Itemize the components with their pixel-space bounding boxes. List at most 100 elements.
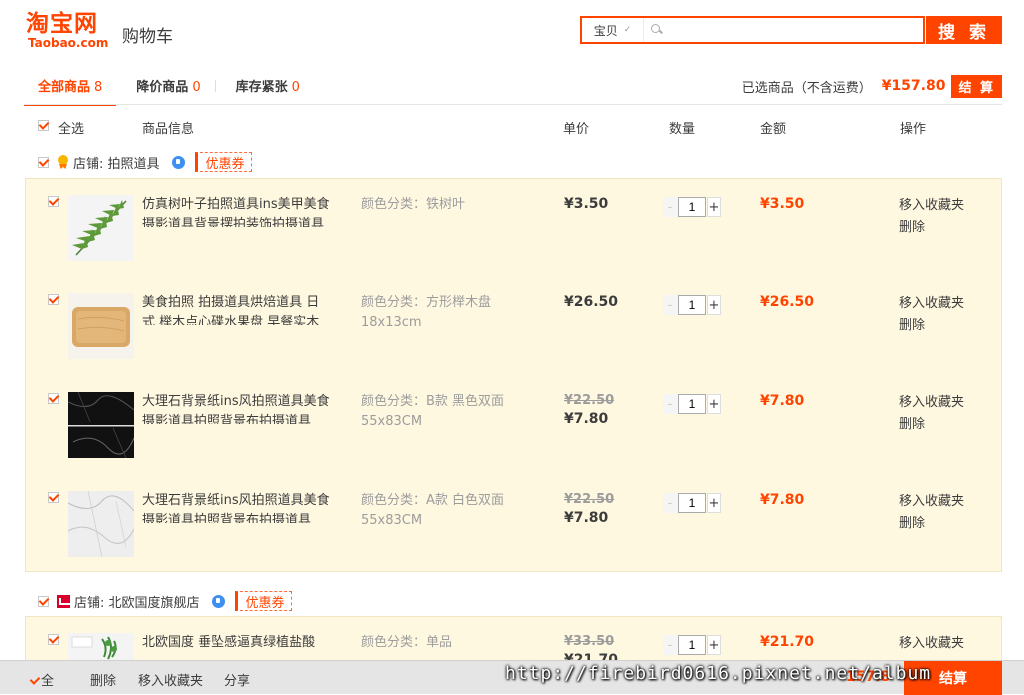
col-info: 商品信息 (142, 122, 195, 137)
select-all-checkbox[interactable] (38, 120, 49, 131)
shop-name[interactable]: 店铺: 拍照道具 (73, 153, 160, 172)
decrease-button[interactable]: - (663, 197, 677, 217)
item-checkbox[interactable] (48, 294, 59, 305)
original-price: ¥33.50 (564, 634, 615, 649)
search-button[interactable]: 搜 索 (926, 16, 1002, 44)
bottom-delete-button[interactable]: 删除 (90, 670, 116, 689)
selected-summary: 已选商品（不含运费） ¥157.80 结 算 (742, 74, 1002, 98)
search-icon (650, 23, 664, 37)
chat-bubble-icon[interactable] (171, 155, 185, 169)
search-type-select[interactable]: 宝贝 ✓ (582, 18, 644, 42)
shop-name[interactable]: 店铺: 北欧国度旗舰店 (74, 592, 200, 611)
summary-amount: ¥157.80 (881, 78, 946, 94)
logo-text-en: Taobao.com (28, 36, 109, 50)
tab-low-stock[interactable]: 库存紧张 0 (222, 72, 314, 106)
search-type-label: 宝贝 (593, 23, 618, 38)
quantity-stepper: - 1 + (663, 394, 721, 414)
store-icon (57, 594, 72, 608)
unit-price: ¥3.50 (564, 195, 608, 213)
search-input[interactable] (664, 18, 923, 42)
tab-price-drop[interactable]: 降价商品 0 (122, 72, 214, 106)
tab-label: 库存紧张 (235, 80, 288, 95)
item-checkbox[interactable] (48, 492, 59, 503)
cart-tabs: 全部商品 8 降价商品 0 库存紧张 0 (24, 72, 314, 106)
decrease-button[interactable]: - (663, 635, 677, 655)
quantity-input[interactable]: 1 (678, 635, 706, 655)
increase-button[interactable]: + (707, 394, 721, 414)
increase-button[interactable]: + (707, 493, 721, 513)
search-box: 宝贝 ✓ (580, 16, 925, 44)
tabs-divider (24, 104, 1002, 105)
shop-checkbox[interactable] (38, 156, 49, 168)
shop-header: 店铺: 北欧国度旗舰店 优惠券 (38, 591, 292, 611)
shop-checkbox[interactable] (38, 595, 49, 607)
tab-label: 降价商品 (136, 80, 189, 95)
product-title[interactable]: 大理石背景纸ins风拍照道具美食摄影道具拍照背景布拍摄道具 (142, 392, 332, 424)
chat-bubble-icon[interactable] (211, 594, 225, 608)
decrease-button[interactable]: - (663, 394, 677, 414)
quantity-input[interactable]: 1 (678, 394, 706, 414)
item-operations: 移入收藏夹 (899, 633, 964, 655)
quantity-input[interactable]: 1 (678, 295, 706, 315)
unit-price: ¥26.50 (564, 293, 618, 311)
product-title[interactable]: 大理石背景纸ins风拍照道具美食摄影道具拍照背景布拍摄道具 (142, 491, 332, 523)
move-to-favorites-link[interactable]: 移入收藏夹 (899, 293, 964, 315)
quantity-input[interactable]: 1 (678, 197, 706, 217)
tab-count: 0 (291, 80, 300, 95)
unit-price: ¥22.50 ¥7.80 (564, 491, 614, 527)
product-sku: 颜色分类：B款 黑色双面 55x83CM (361, 394, 505, 429)
shop-header: 店铺: 拍照道具 优惠券 (38, 152, 252, 172)
decrease-button[interactable]: - (663, 295, 677, 315)
increase-button[interactable]: + (707, 635, 721, 655)
move-to-favorites-link[interactable]: 移入收藏夹 (899, 633, 964, 655)
bottom-share-button[interactable]: 分享 (224, 670, 250, 689)
chevron-down-icon: ✓ (623, 25, 632, 35)
bottom-move-favorites-button[interactable]: 移入收藏夹 (138, 670, 203, 689)
checkout-button[interactable]: 结 算 (951, 74, 1002, 98)
product-title[interactable]: 仿真树叶子拍照道具ins美甲美食摄影道具背景摆拍装饰拍摄道具 (142, 195, 332, 227)
decrease-button[interactable]: - (663, 493, 677, 513)
cart-item: 仿真树叶子拍照道具ins美甲美食摄影道具背景摆拍装饰拍摄道具 颜色分类：铁树叶 … (26, 179, 1003, 277)
item-operations: 移入收藏夹 删除 (899, 392, 964, 436)
page-title: 购物车 (122, 27, 173, 47)
quantity-stepper: - 1 + (663, 197, 721, 217)
tab-count: 0 (192, 80, 201, 95)
medal-icon (57, 155, 69, 169)
product-title[interactable]: 美食拍照 拍摄道具烘焙道具 日式 榉木点心碟水果盘 早餐实木 (142, 293, 332, 325)
move-to-favorites-link[interactable]: 移入收藏夹 (899, 392, 964, 414)
product-image[interactable] (68, 392, 134, 458)
item-checkbox[interactable] (48, 634, 59, 645)
bottom-select-all-checkbox[interactable] (30, 676, 41, 687)
delete-link[interactable]: 删除 (899, 217, 964, 239)
col-unit-price: 单价 (563, 122, 590, 137)
item-operations: 移入收藏夹 删除 (899, 195, 964, 239)
item-checkbox[interactable] (48, 393, 59, 404)
item-total: ¥7.80 (760, 393, 805, 409)
delete-link[interactable]: 删除 (899, 513, 964, 535)
quantity-input[interactable]: 1 (678, 493, 706, 513)
bottom-select-all[interactable]: 全 (30, 670, 54, 689)
quantity-stepper: - 1 + (663, 635, 721, 655)
move-to-favorites-link[interactable]: 移入收藏夹 (899, 195, 964, 217)
tab-count: 8 (94, 80, 103, 95)
select-all-checkbox-wrap[interactable] (38, 118, 49, 133)
delete-link[interactable]: 删除 (899, 414, 964, 436)
coupon-button[interactable]: 优惠券 (234, 591, 292, 611)
product-image[interactable] (68, 491, 134, 557)
tab-all-items[interactable]: 全部商品 8 (24, 72, 117, 106)
product-sku: 颜色分类：方形榉木盘 18x13cm (361, 295, 492, 330)
product-title[interactable]: 北欧国度 垂坠感逼真绿植盐酸 (142, 633, 332, 653)
item-total: ¥3.50 (760, 196, 805, 212)
cart-item: 大理石背景纸ins风拍照道具美食摄影道具拍照背景布拍摄道具 颜色分类：B款 黑色… (26, 376, 1003, 474)
item-total: ¥21.70 (760, 634, 815, 650)
increase-button[interactable]: + (707, 197, 721, 217)
move-to-favorites-link[interactable]: 移入收藏夹 (899, 491, 964, 513)
increase-button[interactable]: + (707, 295, 721, 315)
coupon-button[interactable]: 优惠券 (194, 152, 252, 172)
product-image[interactable] (68, 195, 134, 261)
product-image[interactable] (68, 293, 134, 359)
delete-link[interactable]: 删除 (899, 315, 964, 337)
product-sku: 颜色分类：A款 白色双面 55x83CM (361, 493, 505, 528)
item-checkbox[interactable] (48, 196, 59, 207)
taobao-logo[interactable]: 淘宝网 Taobao.com (26, 12, 108, 50)
